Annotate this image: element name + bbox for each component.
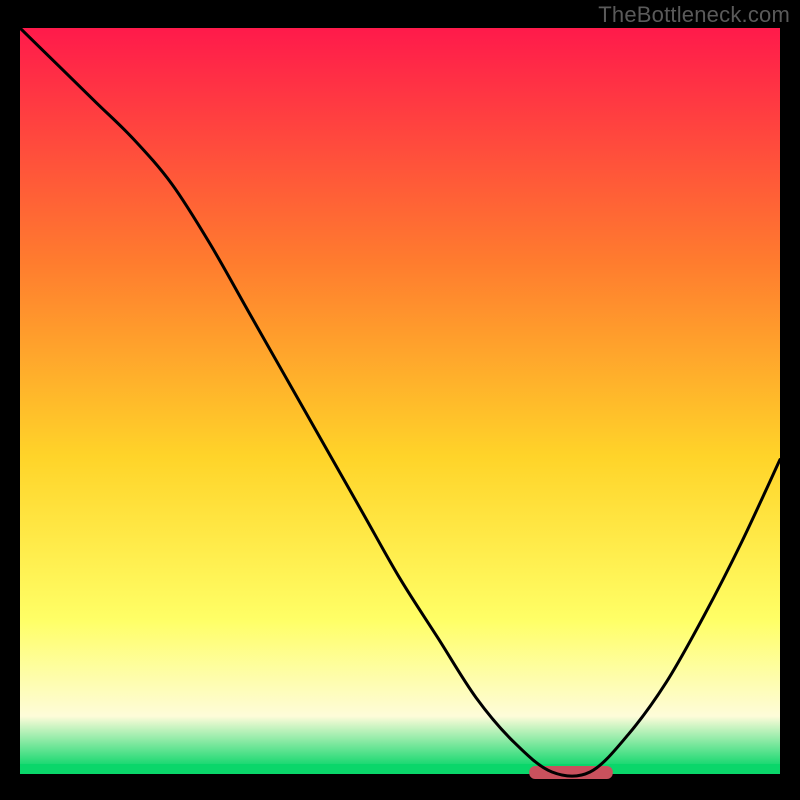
ideal-bar <box>20 764 780 774</box>
chart-svg <box>20 28 780 780</box>
chart-canvas: TheBottleneck.com <box>0 0 800 800</box>
plot-area <box>20 28 780 780</box>
watermark-text: TheBottleneck.com <box>598 2 790 28</box>
